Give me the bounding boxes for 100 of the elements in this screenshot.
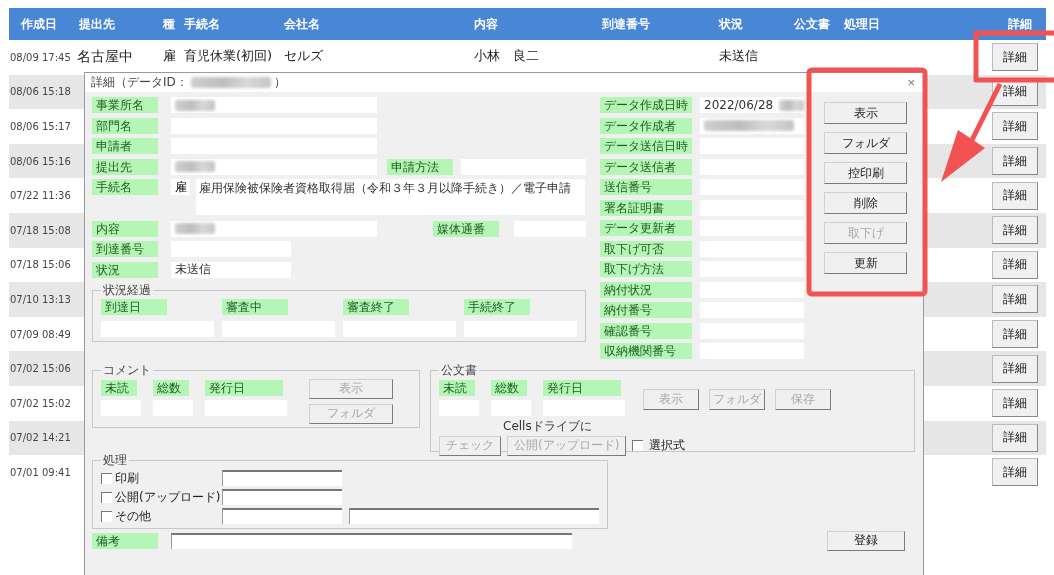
dialog-title: 詳細（データID： xyxy=(91,74,188,91)
field-label: 申請者 xyxy=(92,138,158,154)
input-field[interactable]: 未送信 xyxy=(171,261,291,278)
field-label: 発行日 xyxy=(205,379,283,396)
detail-button[interactable]: 詳細 xyxy=(992,458,1038,487)
field-label: 部門名 xyxy=(92,117,158,134)
column-header: 作成日 xyxy=(20,15,58,33)
field-label: 確認番号 xyxy=(600,322,692,339)
input-field[interactable] xyxy=(171,97,377,113)
action-button[interactable]: フォルダ xyxy=(824,132,907,154)
field-label: 事業所名 xyxy=(92,97,158,113)
detail-button[interactable]: 詳細 xyxy=(992,354,1038,383)
field-label: データ送信者 xyxy=(600,158,692,175)
field-label: 到達番号 xyxy=(92,241,158,257)
field-label: 審査終了 xyxy=(343,299,409,315)
group-title: 公文書 xyxy=(440,361,478,379)
column-header: 種 xyxy=(162,15,176,33)
table-cell: セルズ xyxy=(284,47,323,66)
detail-button[interactable]: 詳細 xyxy=(992,389,1038,418)
column-header: 内容 xyxy=(473,15,499,33)
note-field[interactable] xyxy=(171,532,572,549)
cells-caption: Cellsドライブに xyxy=(503,417,593,435)
table-cell: 07/02 14:21 xyxy=(10,432,71,444)
checkbox-label: 印刷 xyxy=(115,469,140,487)
group-title: コメント xyxy=(102,361,152,379)
field-label: データ更新者 xyxy=(600,220,692,236)
checkbox-label: 選択式 xyxy=(649,437,686,454)
detail-button[interactable]: 詳細 xyxy=(992,147,1038,176)
column-header: 手続名 xyxy=(183,15,221,33)
table-cell: 雇 xyxy=(163,47,176,66)
table-cell: 07/18 15:08 xyxy=(10,224,71,236)
procedure-field[interactable]: 雇用保険被保険者資格取得届（令和３年３月以降手続き）／電子申請 xyxy=(196,179,585,215)
input-field[interactable] xyxy=(700,117,804,134)
table-cell: 07/18 15:06 xyxy=(10,259,71,271)
column-header: 会社名 xyxy=(283,15,321,33)
close-button[interactable]: × xyxy=(905,76,917,89)
checkbox[interactable] xyxy=(101,472,112,484)
table-cell: 08/06 15:16 xyxy=(10,155,71,167)
checkbox[interactable] xyxy=(632,440,644,451)
group-title: 状況経過 xyxy=(102,282,152,299)
checkbox[interactable] xyxy=(101,491,112,503)
table-cell: 07/10 13:13 xyxy=(10,293,71,305)
action-button[interactable]: 削除 xyxy=(824,192,907,214)
field-label: 未読 xyxy=(439,379,475,396)
input-field[interactable] xyxy=(222,470,342,486)
field-label: 送信番号 xyxy=(600,179,692,195)
table-cell: 08/06 15:17 xyxy=(10,121,71,132)
field-label: 収納機関番号 xyxy=(600,343,692,359)
register-button[interactable]: 登録 xyxy=(827,530,905,551)
action-button[interactable]: 表示 xyxy=(824,102,907,124)
group-title: 処理 xyxy=(102,451,128,469)
input-field[interactable]: 2022/06/28 xyxy=(700,97,804,113)
detail-button[interactable]: 詳細 xyxy=(992,112,1038,141)
table-cell: 育児休業(初回) xyxy=(184,47,273,66)
table-cell: 08/09 17:45 xyxy=(10,51,71,63)
input-field[interactable] xyxy=(222,489,342,505)
field-label: 審査中 xyxy=(222,299,288,315)
field-label: 申請方法 xyxy=(387,158,453,175)
field-label: 内容 xyxy=(92,220,158,237)
field-label: 状況 xyxy=(92,261,158,278)
field-label: 未読 xyxy=(101,379,137,396)
field-label: 提出先 xyxy=(92,158,158,175)
input-field[interactable] xyxy=(171,220,377,237)
detail-button[interactable]: 詳細 xyxy=(992,285,1038,314)
field-label: 納付番号 xyxy=(600,302,692,318)
table-cell: 07/02 15:02 xyxy=(10,397,71,409)
input-field[interactable] xyxy=(349,508,599,524)
table-cell: 小林 良二 xyxy=(474,47,539,66)
detail-button[interactable]: 詳細 xyxy=(992,250,1038,279)
detail-button[interactable]: 詳細 xyxy=(992,181,1038,210)
action-button[interactable]: 控印刷 xyxy=(824,162,907,184)
field-label: 媒体通番 xyxy=(433,220,499,237)
field-label: 到達日 xyxy=(101,299,167,315)
column-header: 処理日 xyxy=(843,15,881,33)
column-header: 詳細 xyxy=(1007,15,1033,33)
field-label: 備考 xyxy=(92,532,158,549)
action-button[interactable]: 更新 xyxy=(824,252,907,274)
input-field[interactable] xyxy=(171,158,377,175)
table-cell: 名古屋中 xyxy=(77,48,133,67)
table-cell: 07/09 08:49 xyxy=(10,328,71,340)
dialog-title: ） xyxy=(273,74,286,91)
checkbox-label: 公開(アップロード) xyxy=(115,488,219,506)
detail-button[interactable]: 詳細 xyxy=(992,43,1038,72)
type-code: 雇 xyxy=(171,179,190,195)
table-cell: 未送信 xyxy=(719,47,758,66)
field-label: 総数 xyxy=(491,379,527,396)
detail-button[interactable]: 詳細 xyxy=(992,423,1038,452)
field-label: 取下げ可否 xyxy=(600,240,692,257)
field-label: データ送信日時 xyxy=(600,138,692,154)
field-label: 取下げ方法 xyxy=(600,261,692,277)
detail-button[interactable]: 詳細 xyxy=(992,216,1038,245)
field-label: 総数 xyxy=(153,379,189,396)
field-label: 署名証明書 xyxy=(600,199,692,216)
table-cell: 08/06 15:18 xyxy=(10,86,71,98)
table-cell: 07/22 11:36 xyxy=(10,190,71,202)
column-header: 到達番号 xyxy=(601,15,651,33)
input-field[interactable] xyxy=(222,508,342,524)
field-label: 手続名 xyxy=(92,179,158,195)
checkbox[interactable] xyxy=(101,510,112,522)
detail-button[interactable]: 詳細 xyxy=(992,320,1038,349)
